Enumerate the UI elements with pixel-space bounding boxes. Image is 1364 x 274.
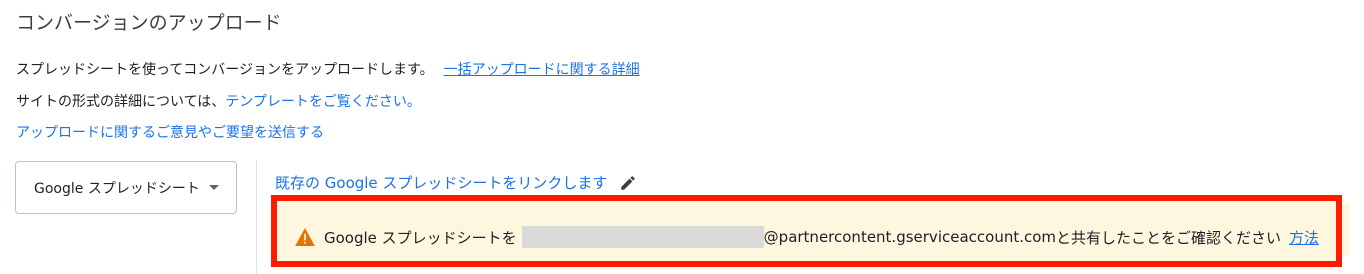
how-to-link[interactable]: 方法 xyxy=(1289,227,1319,248)
share-warning-alert: Google スプレッドシートを @partnercontent.gservic… xyxy=(271,195,1342,267)
alert-prefix: Google スプレッドシートを xyxy=(324,228,517,247)
caret-down-icon xyxy=(208,185,219,190)
alert-email-suffix: @partnercontent.gserviceaccount.com xyxy=(763,228,1057,246)
redacted-email xyxy=(521,226,764,248)
page-title: コンバージョンのアップロード xyxy=(16,12,282,34)
source-dropdown[interactable]: Google スプレッドシート xyxy=(15,161,237,214)
feedback-link[interactable]: アップロードに関するご意見やご要望を送信する xyxy=(16,125,324,141)
pencil-icon[interactable] xyxy=(619,174,637,192)
column-divider xyxy=(256,160,257,274)
link-existing-sheet-link[interactable]: 既存の Google スプレッドシートをリンクします xyxy=(275,172,607,193)
template-link[interactable]: テンプレートをご覧ください。 xyxy=(225,94,421,110)
intro-line-3: アップロードに関するご意見やご要望を送信する xyxy=(16,122,324,142)
alert-suffix: と共有したことをご確認ください xyxy=(1056,228,1282,247)
source-dropdown-value: Google スプレッドシート xyxy=(34,180,200,197)
alert-content: Google スプレッドシートを @partnercontent.gservic… xyxy=(295,226,1319,248)
bulk-upload-details-link[interactable]: 一括アップロードに関する詳細 xyxy=(444,62,640,78)
warning-icon xyxy=(295,228,315,246)
alert-background-extension xyxy=(1342,204,1350,256)
link-sheet-row: 既存の Google スプレッドシートをリンクします xyxy=(275,172,637,193)
intro-line-1: スプレッドシートを使ってコンバージョンをアップロードします。 一括アップロードに関… xyxy=(16,59,640,79)
intro-text-1: スプレッドシートを使ってコンバージョンをアップロードします。 xyxy=(16,62,434,78)
intro-line-2: サイトの形式の詳細については、テンプレートをご覧ください。 xyxy=(16,91,421,111)
intro-text-2: サイトの形式の詳細については、 xyxy=(16,94,226,110)
